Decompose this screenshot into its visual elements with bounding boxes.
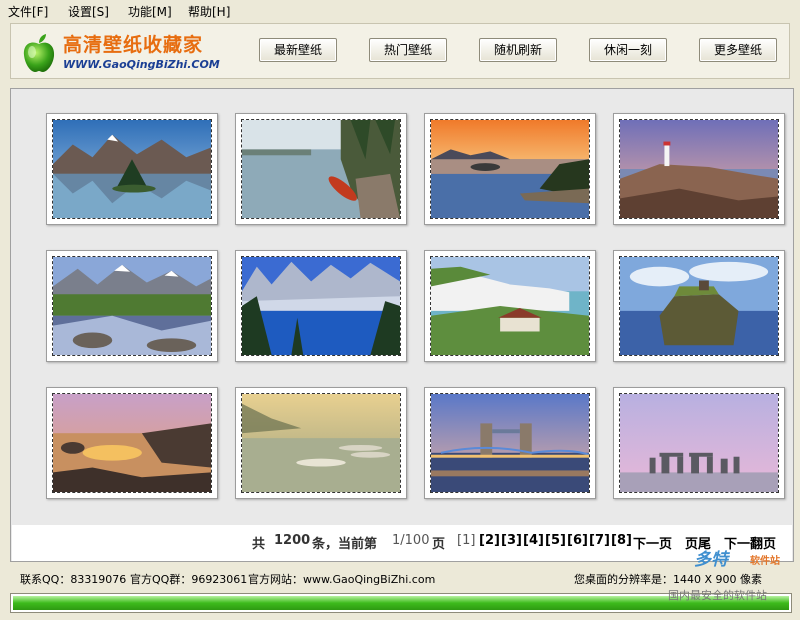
app-title: 高清壁纸收藏家	[63, 34, 204, 56]
wallpaper-gallery: 共 1200 条，当前第 1/100 页 [1] [2] [3] [4] [5]…	[10, 88, 794, 562]
mountain-river-image	[52, 256, 212, 356]
page-link-1[interactable]: [1]	[457, 533, 475, 548]
wallpaper-thumbnail[interactable]	[613, 250, 785, 362]
popular-wallpapers-button[interactable]: 热门壁纸	[369, 38, 447, 62]
wallpaper-thumbnail[interactable]	[424, 113, 596, 225]
pager-current-unit: 页	[432, 537, 446, 552]
wallpaper-thumbnail[interactable]	[235, 387, 407, 499]
sea-castle-image	[619, 256, 779, 356]
progress-fill	[13, 596, 789, 610]
wallpaper-thumbnail[interactable]	[46, 113, 218, 225]
wallpaper-thumbnail[interactable]	[424, 250, 596, 362]
white-cliffs-image	[430, 256, 590, 356]
wallpaper-thumbnail[interactable]	[424, 387, 596, 499]
rocky-shore-image	[52, 393, 212, 493]
app-url: WWW.GaoQingBiZhi.COM	[63, 58, 220, 71]
latest-wallpapers-button[interactable]: 最新壁纸	[259, 38, 337, 62]
loading-progress-bar	[10, 593, 792, 613]
page-link-2[interactable]: [2]	[479, 533, 500, 548]
tower-bridge-image	[430, 393, 590, 493]
glacier-lake-image	[241, 256, 401, 356]
misty-boats-image	[241, 393, 401, 493]
contact-qq: 联系QQ：83319076	[20, 573, 127, 586]
pager-total-unit: 条，当前第	[312, 537, 378, 552]
sunset-lake-image	[430, 119, 590, 219]
desktop-resolution: 您桌面的分辨率是：1440 X 900 像素	[574, 573, 763, 586]
last-page-link[interactable]: 页尾	[685, 533, 711, 552]
next-page-link[interactable]: 下一页	[633, 533, 672, 552]
official-website[interactable]: 官方网站：www.GaoQingBiZhi.com	[248, 571, 435, 587]
page-link-4[interactable]: [4]	[523, 533, 544, 548]
app-header: 高清壁纸收藏家 WWW.GaoQingBiZhi.COM 最新壁纸 热门壁纸 随…	[10, 23, 790, 79]
more-wallpapers-button[interactable]: 更多壁纸	[699, 38, 777, 62]
official-qq-group: 官方QQ群：96923061	[130, 573, 248, 586]
wallpaper-thumbnail[interactable]	[46, 387, 218, 499]
pager-current-page: 1/100	[392, 533, 430, 548]
wallpaper-thumbnail[interactable]	[235, 113, 407, 225]
page-link-6[interactable]: [6]	[567, 533, 588, 548]
page-link-5[interactable]: [5]	[545, 533, 566, 548]
lighthouse-coast-image	[619, 119, 779, 219]
status-bar: 联系QQ：83319076 官方QQ群：96923061 官方网站：www.Ga…	[10, 568, 790, 588]
wallpaper-thumbnail[interactable]	[613, 387, 785, 499]
menu-settings[interactable]: 设置[S]	[68, 3, 109, 20]
page-link-8[interactable]: [8]	[611, 533, 632, 548]
wallpaper-thumbnail[interactable]	[235, 250, 407, 362]
menu-bar: 文件[F] 设置[S] 功能[M] 帮助[H]	[0, 0, 800, 20]
next-set-link[interactable]: 下一翻页	[724, 533, 776, 552]
menu-functions[interactable]: 功能[M]	[128, 3, 172, 20]
stonehenge-image	[619, 393, 779, 493]
page-link-3[interactable]: [3]	[501, 533, 522, 548]
menu-file[interactable]: 文件[F]	[8, 3, 48, 20]
random-refresh-button[interactable]: 随机刷新	[479, 38, 557, 62]
leisure-button[interactable]: 休闲一刻	[589, 38, 667, 62]
mountain-lake-image	[52, 119, 212, 219]
canoe-lake-image	[241, 119, 401, 219]
menu-help[interactable]: 帮助[H]	[188, 3, 230, 20]
pager-total-prefix: 共	[252, 537, 266, 552]
wallpaper-thumbnail[interactable]	[46, 250, 218, 362]
page-link-7[interactable]: [7]	[589, 533, 610, 548]
pagination-bar: 共 1200 条，当前第 1/100 页 [1] [2] [3] [4] [5]…	[12, 525, 792, 561]
pager-total-count: 1200	[274, 533, 311, 548]
wallpaper-thumbnail[interactable]	[613, 113, 785, 225]
apple-logo-icon	[21, 32, 57, 74]
